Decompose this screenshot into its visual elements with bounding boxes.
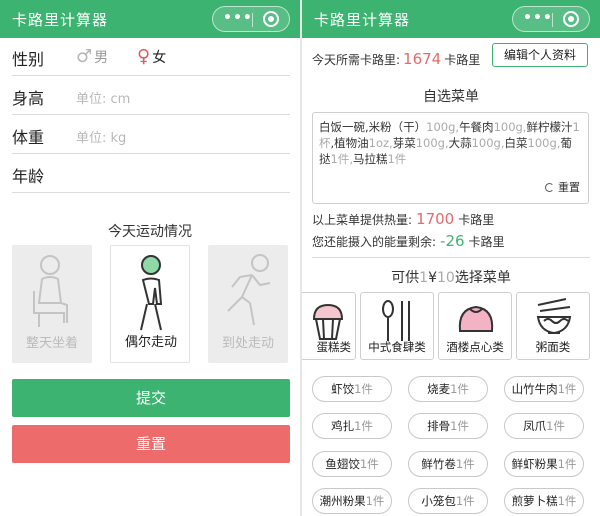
close-target-icon-right[interactable] xyxy=(563,11,579,27)
category-cake[interactable]: 蛋糕类 xyxy=(302,292,356,360)
section-divider xyxy=(312,257,590,258)
menu-item: 马拉糕1件 xyxy=(352,152,407,166)
remaining-prefix: 您还能摄入的能量剩余: xyxy=(312,235,437,249)
bun-icon xyxy=(458,305,494,332)
remaining-unit: 卡路里 xyxy=(468,235,505,249)
weight-input[interactable]: 单位: kg xyxy=(76,127,126,146)
cupcake-icon xyxy=(312,303,344,340)
remaining-calories-line: 您还能摄入的能量剩余: -26 卡路里 xyxy=(312,232,505,250)
category-label: 粥面类 xyxy=(535,340,571,354)
mini-program-capsule-right[interactable]: ••• xyxy=(512,6,590,32)
running-person-icon xyxy=(227,254,271,326)
category-chinese[interactable]: 中式食肆类 xyxy=(360,292,434,360)
menu-item: 白菜100g, xyxy=(504,136,561,150)
required-unit: 卡路里 xyxy=(444,53,481,67)
dish-button[interactable]: 鱼翅饺1件 xyxy=(312,451,392,477)
dish-button[interactable]: 鸡扎1件 xyxy=(312,413,392,439)
dish-button[interactable]: 鲜虾粉果1件 xyxy=(504,451,584,477)
edit-profile-button[interactable]: 编辑个人资料 xyxy=(492,43,588,67)
reset-button[interactable]: 重置 xyxy=(12,425,290,463)
category-label: 中式食肆类 xyxy=(368,340,426,354)
gender-male-option[interactable]: ♂ 男 xyxy=(76,46,108,67)
mini-program-capsule[interactable]: ••• xyxy=(212,6,290,32)
dish-button[interactable]: 烧麦1件 xyxy=(408,376,488,402)
activity-title: 今天运动情况 xyxy=(108,224,192,240)
menu-item: ,植物油1oz, xyxy=(330,136,393,150)
provided-unit: 卡路里 xyxy=(458,213,495,227)
capsule-divider xyxy=(252,13,253,27)
activity-option-running[interactable]: 到处走动 xyxy=(208,245,288,363)
age-row: 年龄 xyxy=(12,155,290,193)
weight-row: 体重 单位: kg xyxy=(12,116,290,154)
provided-value: 1700 xyxy=(416,210,455,228)
male-label: 男 xyxy=(94,50,109,66)
menu-item: 午餐肉100g, xyxy=(459,120,527,134)
remaining-value: -26 xyxy=(440,232,465,250)
app-title-right: 卡路里计算器 xyxy=(314,11,411,29)
walking-person-icon xyxy=(140,255,163,331)
menu-item: 白饭一碗, xyxy=(319,120,369,134)
female-icon: ♀ xyxy=(137,46,151,67)
category-noodles[interactable]: 粥面类 xyxy=(516,292,590,360)
dish-button[interactable]: 虾饺1件 xyxy=(312,376,392,402)
menu-item: 大蒜100g, xyxy=(448,136,505,150)
title-bar: 卡路里计算器 ••• xyxy=(0,0,300,38)
profile-form-screen: 卡路里计算器 ••• 性别 ♂ 男 ♀ 女 身高 单位: cm 体重 单位: kg … xyxy=(0,0,300,516)
dish-button[interactable]: 煎萝卜糕1件 xyxy=(504,488,584,514)
capsule-divider-right xyxy=(552,13,553,27)
gender-row: 性别 ♂ 男 ♀ 女 xyxy=(12,38,290,76)
menu-reset-label: 重置 xyxy=(558,181,580,194)
more-icon-right[interactable]: ••• xyxy=(523,10,553,26)
age-label: 年龄 xyxy=(12,167,45,186)
offer-title: 可供1¥10选择菜单 xyxy=(391,270,511,286)
weight-label: 体重 xyxy=(12,128,45,147)
activity-label-running: 到处走动 xyxy=(221,336,274,351)
height-input[interactable]: 单位: cm xyxy=(76,88,130,107)
required-calories-line: 今天所需卡路里: 1674 卡路里 xyxy=(312,50,480,68)
dish-button[interactable]: 鲜竹卷1件 xyxy=(408,451,488,477)
menu-item: 米粉（干）100g, xyxy=(368,120,460,134)
provided-prefix: 以上菜单提供热量: xyxy=(312,213,413,227)
category-dimsum[interactable]: 酒楼点心类 xyxy=(438,292,512,360)
height-row: 身高 单位: cm xyxy=(12,77,290,115)
category-label: 酒楼点心类 xyxy=(446,340,504,354)
custom-menu-title: 自选菜单 xyxy=(423,89,479,105)
noodle-bowl-icon xyxy=(536,298,572,335)
activity-label-sitting: 整天坐着 xyxy=(25,336,78,351)
dish-button[interactable]: 排骨1件 xyxy=(408,413,488,439)
male-icon: ♂ xyxy=(76,46,93,67)
refresh-icon xyxy=(545,183,554,192)
required-value: 1674 xyxy=(403,50,442,68)
dish-button[interactable]: 山竹牛肉1件 xyxy=(504,376,584,402)
dish-button[interactable]: 潮州粉果1件 xyxy=(312,488,392,514)
female-label: 女 xyxy=(152,50,167,66)
menu-item: 芽菜100g, xyxy=(392,136,449,150)
activity-label-walking: 偶尔走动 xyxy=(124,335,177,350)
title-bar-right: 卡路里计算器 ••• xyxy=(302,0,600,38)
menu-reset-button[interactable]: 重置 xyxy=(545,180,580,196)
submit-button[interactable]: 提交 xyxy=(12,379,290,417)
gender-female-option[interactable]: ♀ 女 xyxy=(137,46,166,67)
spoon-chopsticks-icon xyxy=(382,300,410,341)
menu-screen: 卡路里计算器 ••• 今天所需卡路里: 1674 卡路里 编辑个人资料 自选菜单 白… xyxy=(302,0,600,516)
app-title: 卡路里计算器 xyxy=(12,11,109,29)
height-label: 身高 xyxy=(12,89,45,108)
activity-option-walking[interactable]: 偶尔走动 xyxy=(110,245,190,363)
custom-menu-box[interactable]: 白饭一碗,米粉（干）100g,午餐肉100g,鲜柠檬汁1杯,植物油1oz,芽菜1… xyxy=(312,112,589,204)
category-label: 蛋糕类 xyxy=(316,340,352,354)
activity-option-sitting[interactable]: 整天坐着 xyxy=(12,245,92,363)
required-prefix: 今天所需卡路里: xyxy=(312,53,401,67)
gender-label: 性别 xyxy=(12,50,45,69)
dish-button[interactable]: 凤爪1件 xyxy=(504,413,584,439)
dish-button[interactable]: 小笼包1件 xyxy=(408,488,488,514)
more-icon[interactable]: ••• xyxy=(223,10,253,26)
provided-calories-line: 以上菜单提供热量: 1700 卡路里 xyxy=(312,210,494,228)
close-target-icon[interactable] xyxy=(263,11,279,27)
sitting-person-icon xyxy=(33,255,68,327)
